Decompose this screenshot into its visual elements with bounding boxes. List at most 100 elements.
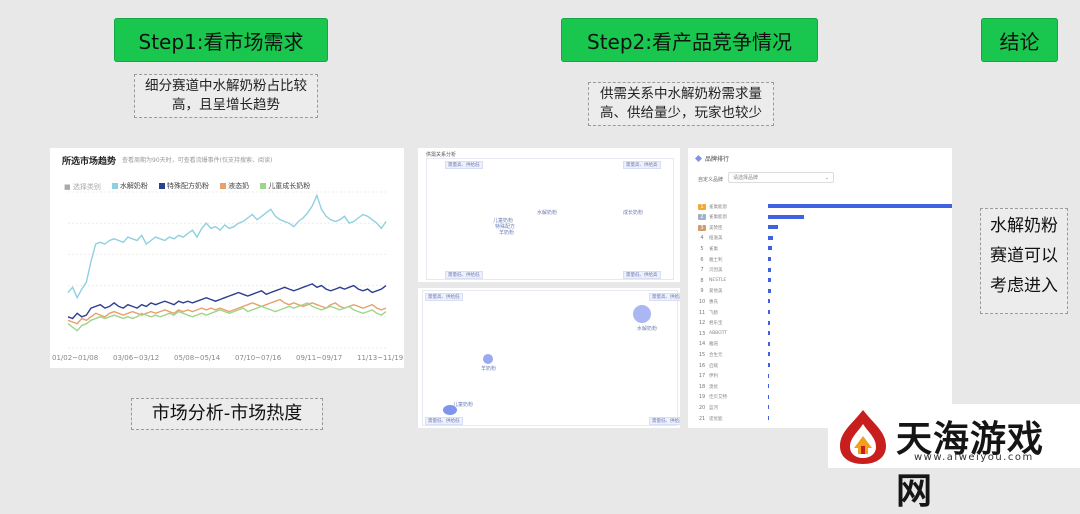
rank-bar	[768, 310, 771, 314]
rank-row: 17 伊利	[698, 372, 948, 381]
rank-row: 3 美赞臣	[698, 223, 948, 232]
rank-bar	[768, 341, 770, 346]
rank-panel: 品牌排行 自定义品牌 请选择品牌 ⌄ 1 雀巢能恩 2 雀巢能恩 3 美赞臣 4 纽滋美 5 雀巢…	[688, 148, 952, 428]
rank-brand-name: ABBOTT	[709, 331, 728, 337]
step2-note-line1: 供需关系中水解奶粉需求量	[600, 86, 762, 102]
rank-bar	[768, 214, 805, 219]
step2-note: 供需关系中水解奶粉需求量 高、供给量少，玩家也较少	[588, 82, 774, 126]
rank-bar	[768, 299, 771, 304]
rank-title: 品牌排行	[705, 156, 730, 163]
conclusion-note: 水解奶粉 赛道可以 考虑进入	[980, 208, 1068, 314]
series-line-2	[67, 298, 387, 325]
rank-number: 8	[700, 277, 704, 284]
rank-row: 10 惠氏	[698, 297, 948, 306]
x-tick-label: 01/02~01/08	[52, 354, 98, 362]
rank-number: 6	[700, 256, 704, 263]
rank-brand-name: 蓝河	[709, 405, 718, 411]
rank-bar	[768, 384, 770, 389]
supply-panel-top: 供需关系分析 需量高、供给低 需量高、供给高 需量低、供给低 需量低、供给高 儿…	[418, 148, 680, 282]
rank-row: 5 雀巢	[698, 244, 948, 253]
rank-brand-name: NESTLE	[709, 278, 727, 284]
rank-bar	[768, 267, 772, 272]
logo-icon	[840, 410, 886, 464]
rank-bar	[768, 331, 770, 336]
rank-bar	[768, 204, 952, 208]
rank-row: 11 飞鹤	[698, 308, 948, 317]
bubble-tag-1: 需量高、供给高	[649, 293, 680, 301]
rank-number: 20	[698, 404, 706, 411]
rank-brand-name: 合生元	[709, 352, 723, 358]
bubble-medium	[483, 354, 493, 364]
series-line-1	[67, 283, 387, 320]
rank-row: 4 纽滋美	[698, 234, 948, 243]
rank-number: 10	[698, 298, 706, 305]
rank-number: 12	[698, 320, 706, 327]
rank-title-row: 品牌排行	[694, 154, 730, 163]
x-tick-label: 05/08~05/14	[174, 354, 221, 362]
rank-filter-select[interactable]: 请选择品牌 ⌄	[728, 172, 834, 183]
step2-note-line2: 高、供给量少，玩家也较少	[600, 105, 762, 121]
rank-brand-name: 澳优	[709, 384, 718, 390]
step2-button: Step2:看产品竞争情况	[561, 18, 818, 62]
rank-row: 16 启赋	[698, 361, 948, 370]
logo-watermark: 天海游戏网 www.aiweiyou.com	[828, 404, 1080, 512]
chevron-down-icon: ⌄	[824, 175, 829, 181]
rank-number: 18	[698, 383, 706, 390]
rank-number: 14	[698, 341, 706, 348]
step1-title: Step1:看市场需求	[138, 29, 304, 54]
rank-row: 6 雅士利	[698, 255, 948, 264]
rank-number: 21	[698, 415, 706, 422]
rank-bar	[768, 405, 770, 410]
rank-bar	[768, 394, 770, 399]
rank-row: 8 NESTLE	[698, 276, 948, 285]
bubble-large	[633, 305, 651, 323]
rank-row: 19 佳贝艾特	[698, 393, 948, 402]
rank-brand-name: 惠氏	[709, 299, 718, 305]
bubble-tag-2: 需量低、供给低	[425, 417, 463, 425]
rank-row: 12 君乐宝	[698, 319, 948, 328]
bubble-box: 需量高、供给低 需量高、供给高 需量低、供给低 需量低、供给高 水解奶粉 羊奶粉…	[422, 290, 680, 426]
rank-row: 13 ABBOTT	[698, 329, 948, 338]
trend-chart: 01/02~01/08 03/06~03/12 05/08~05/14 07/10~0…	[52, 191, 403, 362]
rank-bar	[768, 278, 771, 283]
trend-panel: 所选市场趋势 查看周期为90天时，可查看流爆事件(仅支持搜索、阅读) ■ 选择类…	[50, 148, 404, 368]
rank-row: 1 雀巢能恩	[698, 202, 952, 211]
supply-label-2: 水解奶粉	[537, 210, 558, 216]
rank-brand-name: 雀巢能恩	[709, 215, 727, 221]
step1-note: 细分赛道中水解奶粉占比较 高，且呈增长趋势	[134, 74, 318, 118]
rank-brand-name: 诺优能	[709, 416, 723, 422]
x-tick-label: 03/06~03/12	[113, 354, 159, 362]
step1-button: Step1:看市场需求	[114, 18, 328, 62]
rank-brand-name: 佳贝艾特	[709, 395, 727, 401]
market-heat-label: 市场分析-市场热度	[131, 398, 323, 430]
rank-bar	[768, 225, 778, 230]
rank-row: 18 澳优	[698, 382, 948, 391]
rank-brand-name: 雀巢能恩	[709, 204, 727, 210]
rank-filter-value: 请选择品牌	[733, 175, 759, 181]
step2-title: Step2:看产品竞争情况	[587, 29, 792, 54]
rank-number: 3	[698, 224, 706, 231]
rank-bar	[768, 320, 771, 325]
rank-bar	[768, 352, 770, 357]
diamond-icon	[694, 154, 703, 163]
rank-brand-name: 启赋	[709, 363, 718, 369]
rank-row: 9 爱他美	[698, 287, 948, 296]
rank-brand-name: 雅培	[709, 342, 718, 348]
supply-tag-1: 需量高、供给高	[623, 161, 661, 169]
conclusion-line3: 考虑进入	[990, 276, 1058, 296]
rank-brand-name: 美赞臣	[709, 225, 723, 231]
rank-brand-name: 伊利	[709, 374, 718, 380]
x-tick-label: 07/10~07/16	[235, 354, 282, 362]
rank-brand-name: 贝因美	[709, 268, 723, 274]
supply-title: 供需关系分析	[426, 152, 457, 158]
rank-number: 13	[698, 330, 706, 337]
rank-number: 17	[698, 373, 706, 380]
supply-label-4: 羊奶粉	[499, 230, 515, 236]
supply-tag-3: 需量低、供给高	[623, 271, 661, 279]
supply-tag-0: 需量高、供给低	[445, 161, 483, 169]
rank-brand-name: 君乐宝	[709, 321, 723, 327]
bubble-label-1: 羊奶粉	[481, 366, 497, 372]
rank-bar	[768, 363, 770, 367]
rank-bar	[768, 246, 772, 251]
conclusion-line1: 水解奶粉	[990, 216, 1058, 236]
